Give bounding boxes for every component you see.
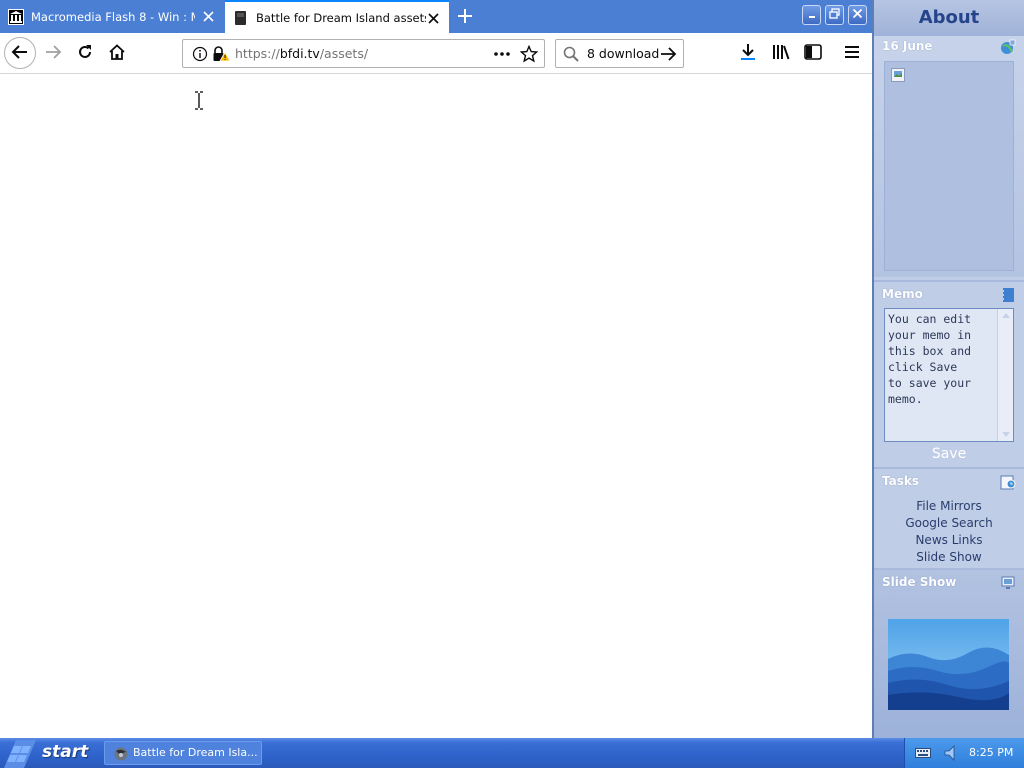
ellipsis-icon[interactable] — [492, 45, 512, 63]
menu-button[interactable] — [841, 42, 863, 64]
sidebar-icon — [804, 43, 822, 63]
taskbar-item-label: Battle for Dream Isla... — [133, 746, 258, 759]
forward-button[interactable] — [37, 37, 69, 69]
task-link-google-search[interactable]: Google Search — [874, 516, 1024, 530]
library-button[interactable] — [770, 42, 792, 64]
arrow-right-icon — [44, 44, 62, 63]
url-path: /assets/ — [319, 46, 369, 61]
slideshow-header: Slide Show — [874, 572, 1024, 594]
magnifier-icon — [563, 46, 579, 62]
close-icon — [852, 8, 863, 22]
page-favicon-icon — [233, 10, 249, 26]
slideshow-image[interactable] — [888, 619, 1009, 710]
taskbar: start Battle for Dream Isla... 8:25 PM — [0, 738, 1024, 768]
keyboard-icon[interactable] — [915, 746, 931, 763]
tasks-header: Tasks — [874, 471, 1024, 493]
start-button[interactable]: start — [0, 738, 98, 768]
calendar-image-frame — [884, 61, 1014, 271]
windows-logo-icon — [0, 738, 36, 768]
reload-button[interactable] — [69, 37, 101, 69]
calendar-section: 16 June — [874, 36, 1024, 277]
memo-textarea[interactable]: You can edit your memo in this box and c… — [884, 308, 1014, 442]
url-text[interactable]: https://bfdi.tv/assets/ — [235, 46, 368, 61]
task-link-file-mirrors[interactable]: File Mirrors — [874, 499, 1024, 513]
close-icon[interactable] — [426, 11, 441, 26]
text-cursor-icon — [194, 91, 204, 110]
hamburger-icon — [844, 45, 860, 62]
download-icon — [740, 43, 756, 64]
restore-button[interactable] — [825, 5, 844, 25]
close-icon[interactable] — [201, 9, 216, 24]
desktop-side-panel: About 16 June Memo You can edit your mem… — [872, 0, 1024, 738]
minimize-icon — [807, 8, 817, 22]
plus-icon — [457, 8, 473, 27]
new-tab-button[interactable] — [453, 5, 477, 29]
memo-title: Memo — [882, 287, 923, 301]
memo-save-button[interactable]: Save — [884, 446, 1014, 462]
search-input[interactable]: 8 download — [587, 46, 659, 61]
memo-header: Memo — [874, 284, 1024, 306]
url-bar[interactable]: https://bfdi.tv/assets/ — [182, 39, 545, 68]
url-protocol: https:// — [235, 46, 280, 61]
minimize-button[interactable] — [802, 5, 821, 25]
tab-strip: Macromedia Flash 8 - Win : Macro Battle … — [0, 0, 872, 33]
home-icon — [109, 43, 125, 63]
memo-section: Memo You can edit your memo in this box … — [874, 280, 1024, 464]
task-link-news-links[interactable]: News Links — [874, 533, 1024, 547]
slideshow-section: Slide Show — [874, 568, 1024, 738]
url-host: bfdi.tv — [279, 46, 320, 61]
system-tray: 8:25 PM — [904, 738, 1024, 768]
volume-icon[interactable] — [943, 745, 957, 764]
task-clock-icon[interactable] — [1000, 474, 1016, 490]
arrow-left-icon — [11, 44, 29, 63]
library-icon — [772, 44, 790, 63]
tasks-section: Tasks File Mirrors Google Search News Li… — [874, 467, 1024, 566]
info-icon[interactable] — [192, 46, 208, 62]
start-label: start — [42, 742, 89, 762]
taskbar-item-browser[interactable]: Battle for Dream Isla... — [104, 741, 262, 765]
globe-icon[interactable] — [1000, 39, 1016, 55]
navigation-toolbar: https://bfdi.tv/assets/ 8 download — [0, 33, 872, 74]
clock: 8:25 PM — [969, 746, 1014, 759]
search-bar[interactable]: 8 download — [555, 39, 684, 68]
about-header[interactable]: About — [874, 0, 1024, 36]
task-link-slide-show[interactable]: Slide Show — [874, 550, 1024, 564]
notebook-icon[interactable] — [1000, 287, 1016, 303]
restore-icon — [829, 8, 840, 22]
browser-window: Macromedia Flash 8 - Win : Macro Battle … — [0, 0, 872, 738]
back-button[interactable] — [4, 37, 36, 69]
arrow-right-icon[interactable] — [660, 46, 677, 62]
star-icon[interactable] — [519, 44, 539, 63]
slideshow-title: Slide Show — [882, 575, 957, 589]
home-button[interactable] — [101, 37, 133, 69]
museum-icon — [8, 8, 24, 25]
tab-title: Macromedia Flash 8 - Win : Macro — [31, 9, 195, 24]
page-content[interactable] — [0, 75, 872, 738]
lock-warning-icon[interactable] — [212, 46, 231, 62]
broken-image-icon — [891, 68, 905, 82]
about-title[interactable]: About — [874, 7, 1024, 28]
tasks-title: Tasks — [882, 474, 920, 488]
window-close-button[interactable] — [848, 5, 867, 25]
downloads-button[interactable] — [737, 42, 759, 64]
tab-battle-for-dream-island[interactable]: Battle for Dream Island assets — [225, 0, 449, 33]
calendar-header: 16 June — [874, 36, 1024, 58]
calendar-date: 16 June — [882, 39, 933, 53]
memo-scrollbar[interactable] — [997, 309, 1013, 441]
tab-macromedia-flash[interactable]: Macromedia Flash 8 - Win : Macro — [0, 0, 224, 33]
reload-icon — [77, 44, 93, 63]
sidebar-button[interactable] — [802, 42, 824, 64]
tab-title: Battle for Dream Island assets — [256, 10, 426, 25]
firefox-icon — [113, 746, 129, 765]
monitor-icon[interactable] — [1000, 575, 1016, 591]
